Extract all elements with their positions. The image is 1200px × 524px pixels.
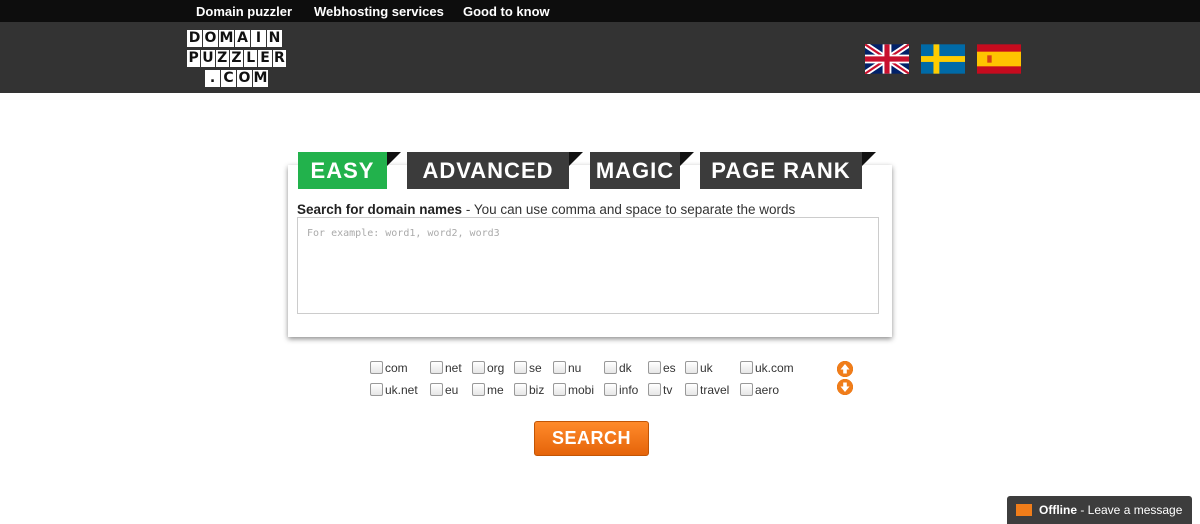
tld-label: me	[487, 383, 504, 397]
checkbox[interactable]	[648, 383, 661, 396]
chat-message: - Leave a message	[1077, 503, 1183, 517]
checkbox[interactable]	[553, 361, 566, 374]
logo-letter: D	[187, 30, 202, 47]
checkbox[interactable]	[604, 383, 617, 396]
logo-row: DOMAIN	[187, 30, 287, 50]
nav-domain-puzzler[interactable]: Domain puzzler	[196, 4, 292, 19]
logo-letter: U	[201, 50, 215, 67]
logo-letter: C	[221, 70, 236, 87]
tld-label: se	[529, 361, 542, 375]
tld-label: uk.com	[755, 361, 794, 375]
tld-label: eu	[445, 383, 459, 397]
logo-letter: Z	[229, 50, 244, 67]
tab-easy[interactable]: EASY	[298, 152, 387, 189]
search-label-bold: Search for domain names	[297, 202, 463, 217]
tab-magic[interactable]: MAGIC	[590, 152, 680, 189]
tld-label: com	[385, 361, 408, 375]
tab-advanced[interactable]: ADVANCED	[407, 152, 569, 189]
logo-letter: .	[205, 70, 220, 87]
envelope-icon	[1016, 504, 1032, 516]
tld-label: dk	[619, 361, 632, 375]
site-logo[interactable]: DOMAIN PUZZLER .COM	[187, 30, 287, 92]
expand-up-icon[interactable]	[837, 361, 853, 377]
domain-search-input[interactable]	[297, 217, 879, 314]
live-chat-widget[interactable]: Offline - Leave a message	[1007, 496, 1192, 524]
logo-letter: O	[203, 30, 218, 47]
flag-spain-icon[interactable]	[977, 44, 1021, 74]
tld-label: uk.net	[385, 383, 418, 397]
logo-letter: P	[187, 50, 201, 67]
checkbox[interactable]	[740, 361, 753, 374]
checkbox[interactable]	[472, 383, 485, 396]
nav-good-to-know[interactable]: Good to know	[463, 4, 550, 19]
tld-label: biz	[529, 383, 545, 397]
tld-label: info	[619, 383, 639, 397]
checkbox[interactable]	[430, 361, 443, 374]
tab-page-rank[interactable]: PAGE RANK	[700, 152, 862, 189]
chat-text: Offline - Leave a message	[1039, 503, 1182, 517]
checkbox[interactable]	[430, 383, 443, 396]
tab-magic-corner	[680, 152, 694, 166]
tld-label: mobi	[568, 383, 595, 397]
flag-sweden-icon[interactable]	[921, 44, 965, 74]
checkbox[interactable]	[740, 383, 753, 396]
checkbox[interactable]	[685, 383, 698, 396]
checkbox[interactable]	[514, 383, 527, 396]
tld-label: org	[487, 361, 505, 375]
tld-label: es	[663, 361, 676, 375]
logo-letter: A	[235, 30, 250, 47]
logo-letter: N	[267, 30, 282, 47]
expand-down-icon[interactable]	[837, 379, 853, 395]
top-navigation: Domain puzzler Webhosting services Good …	[0, 0, 1200, 22]
tld-label: nu	[568, 361, 582, 375]
checkbox[interactable]	[685, 361, 698, 374]
tld-label: aero	[755, 383, 780, 397]
checkbox[interactable]	[370, 383, 383, 396]
checkbox[interactable]	[604, 361, 617, 374]
logo-letter: M	[219, 30, 234, 47]
flag-uk-icon[interactable]	[865, 44, 909, 74]
logo-letter: O	[237, 70, 252, 87]
tld-label: uk	[700, 361, 713, 375]
search-label-hint: - You can use comma and space to separat…	[462, 202, 796, 217]
checkbox[interactable]	[648, 361, 661, 374]
tld-label: net	[445, 361, 462, 375]
logo-row: .COM	[205, 70, 287, 90]
search-button[interactable]: SEARCH	[534, 421, 649, 456]
checkbox[interactable]	[472, 361, 485, 374]
site-header: DOMAIN PUZZLER .COM	[0, 22, 1200, 93]
logo-letter: M	[253, 70, 268, 87]
search-instructions: Search for domain names - You can use co…	[297, 202, 795, 217]
checkbox[interactable]	[553, 383, 566, 396]
checkbox[interactable]	[514, 361, 527, 374]
tld-label: tv	[663, 383, 673, 397]
logo-letter: E	[258, 50, 272, 67]
tab-advanced-corner	[569, 152, 583, 166]
tab-easy-corner	[387, 152, 401, 166]
logo-letter: L	[244, 50, 258, 67]
logo-row: PUZZLER	[187, 50, 287, 70]
checkbox[interactable]	[370, 361, 383, 374]
nav-webhosting-services[interactable]: Webhosting services	[314, 4, 444, 19]
logo-letter: R	[272, 50, 286, 67]
chat-status: Offline	[1039, 503, 1077, 517]
logo-letter: I	[251, 30, 266, 47]
tab-page-rank-corner	[862, 152, 876, 166]
logo-letter: Z	[215, 50, 229, 67]
tld-label: travel	[700, 383, 730, 397]
